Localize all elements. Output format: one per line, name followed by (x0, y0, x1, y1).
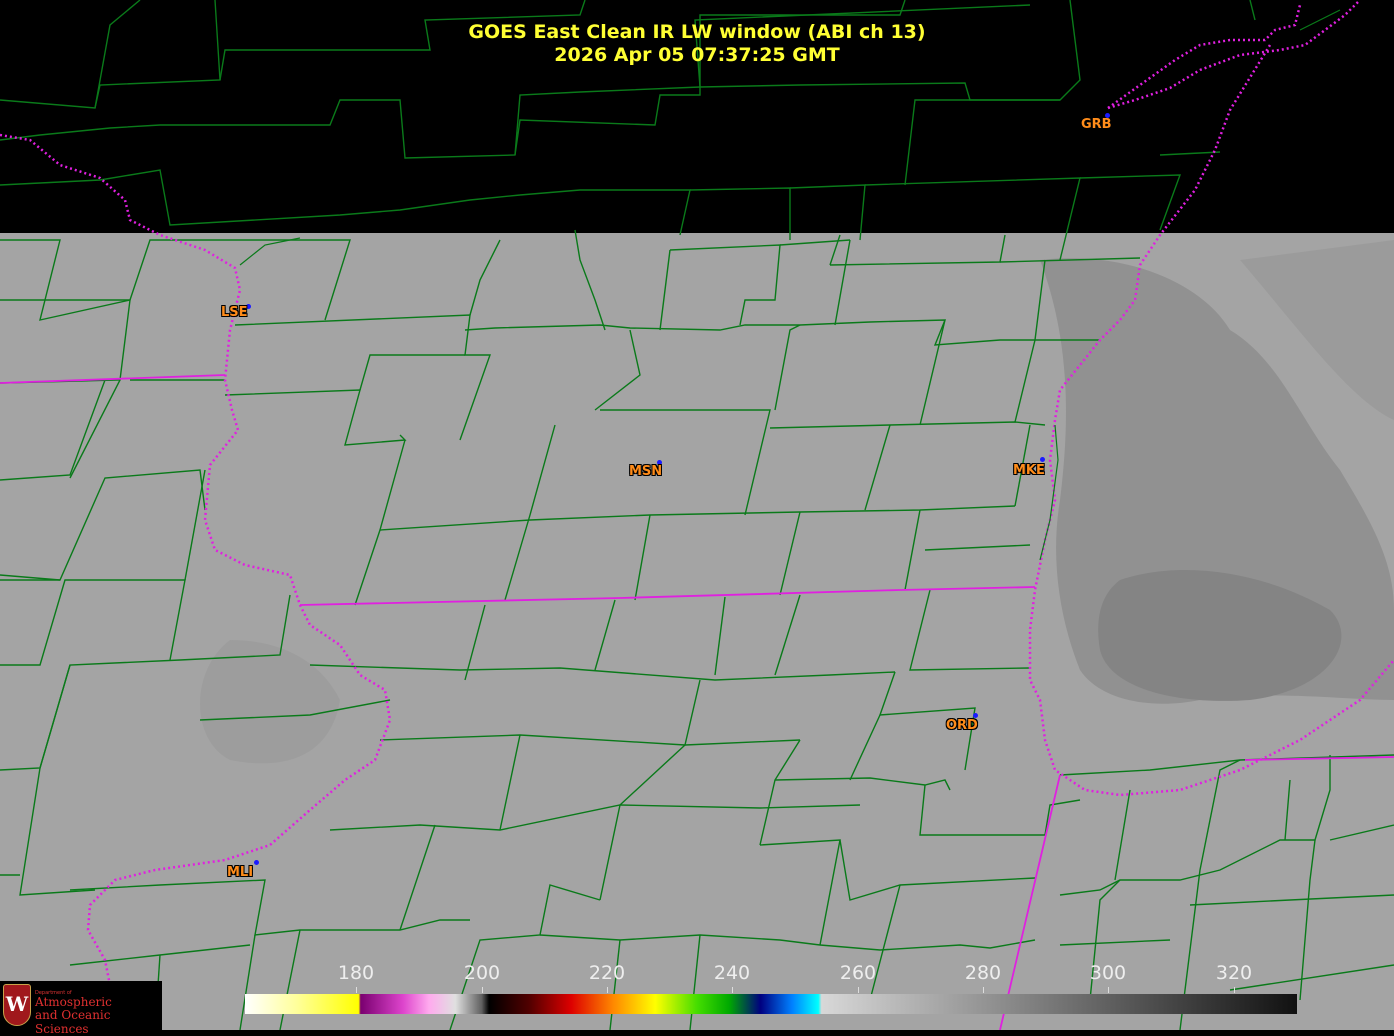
uw-shield-icon: W (3, 984, 31, 1026)
colorbar-tick-label: 240 (713, 962, 751, 984)
colorbar-tick-mark (732, 987, 733, 993)
colorbar-tick-mark (356, 987, 357, 993)
colorbar-tick-label: 260 (839, 962, 877, 984)
logo-line2: and Oceanic Sciences (35, 1008, 111, 1036)
logo-line1: Atmospheric (35, 995, 112, 1009)
colorbar-tick-label: 300 (1089, 962, 1127, 984)
aos-logo: W Department of Atmospheric and Oceanic … (0, 981, 162, 1036)
title-line2: 2026 Apr 05 07:37:25 GMT (554, 44, 840, 66)
city-label-lse: LSE (221, 305, 248, 320)
satellite-map (0, 0, 1394, 1030)
colorbar-tick-label: 320 (1215, 962, 1253, 984)
station-dot-mli (254, 860, 259, 865)
title-line1: GOES East Clean IR LW window (ABI ch 13) (468, 21, 926, 43)
city-label-mke: MKE (1013, 463, 1045, 478)
station-dot-mke (1040, 457, 1045, 462)
colorbar-tick-label: 280 (964, 962, 1002, 984)
colorbar-tick-label: 200 (463, 962, 501, 984)
colorbar-tick-mark (1108, 987, 1109, 993)
colorbar-tick-label: 180 (337, 962, 375, 984)
colorbar-tick-mark (607, 987, 608, 993)
colorbar-gradient (245, 994, 1297, 1014)
colorbar-tick-mark (858, 987, 859, 993)
city-label-ord: ORD (946, 718, 978, 733)
city-label-mli: MLI (227, 865, 254, 880)
colorbar-tick-label: 220 (588, 962, 626, 984)
city-label-grb: GRB (1081, 117, 1112, 132)
city-label-msn: MSN (629, 464, 663, 479)
colorbar-tick-mark (482, 987, 483, 993)
colorbar-tick-mark (1234, 987, 1235, 993)
colorbar-tick-mark (983, 987, 984, 993)
